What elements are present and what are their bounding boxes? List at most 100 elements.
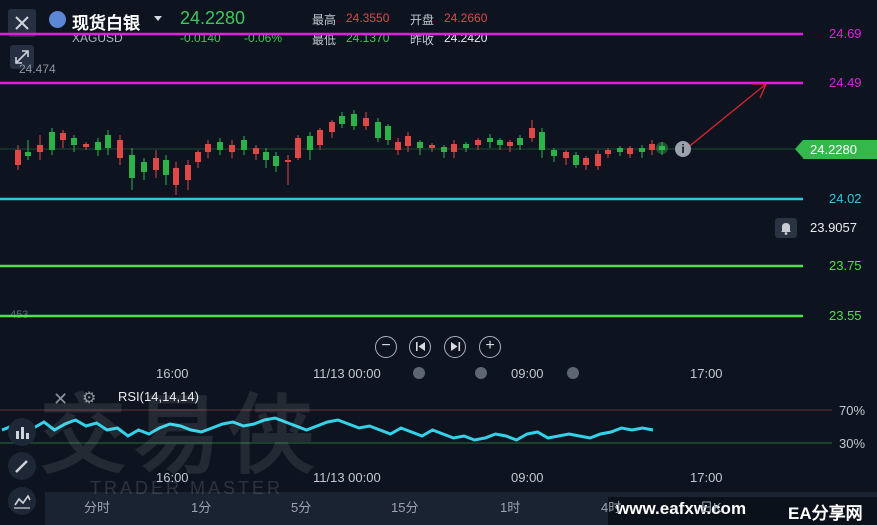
candle-body [405,136,411,146]
candle-body [451,144,457,152]
chart-type-button[interactable] [8,487,36,515]
candle-body [217,142,223,150]
site-name: EA分享网 [788,504,863,523]
alert-price: 23.9057 [810,220,857,235]
time-label-2: 11/13 00:00 [313,366,381,381]
indicator-button[interactable] [8,418,36,446]
candle-body [83,144,89,147]
candle-body [339,116,345,124]
candle-body [253,148,259,154]
timeframe-4[interactable]: 15分 [391,497,418,516]
level-tag-4: 23.75 [803,257,877,275]
rsi-time-label-4: 17:00 [690,470,723,485]
timeline-dot [413,367,425,379]
candlestick-chart[interactable] [0,0,877,365]
timeframe-7[interactable]: 日K [700,497,722,516]
rsi-time-label-2: 11/13 00:00 [313,470,381,485]
candle-body [417,142,423,148]
pencil-icon [15,460,28,473]
candle-body [375,122,381,138]
candle-body [117,140,123,158]
skip-forward-icon [450,342,460,351]
skip-back-icon [415,342,425,351]
current-price-tag: 24.2280 [795,140,877,159]
time-label-4: 17:00 [690,366,723,381]
candle-body [263,152,269,160]
info-icon[interactable]: i [675,141,691,157]
projection-arrow[interactable] [685,83,767,150]
candle-body [617,148,623,152]
candle-body [307,136,313,150]
candle-body [273,156,279,166]
current-price-tag-text: 24.2280 [810,142,857,157]
candle-body [649,144,655,150]
time-label-3: 09:00 [511,366,544,381]
candle-body [507,142,513,146]
timeline-dot [567,367,579,379]
candle-body [463,144,469,148]
timeframe-2[interactable]: 1分 [191,497,211,516]
bar-chart-icon [16,427,29,439]
candle-body [517,138,523,145]
line-chart-icon [14,494,31,509]
candle-body [605,150,611,154]
candle-body [141,162,147,172]
candle-body [15,150,21,165]
rsi-lower-label: 30% [839,436,866,451]
step-back-button[interactable] [409,336,431,358]
draw-button[interactable] [8,452,36,480]
timeframe-1[interactable]: 分时 [84,497,110,516]
candle-body [539,132,545,150]
chart-app: 现货白银 XAGUSD 24.2280 -0.0140 -0.06% 最高 24… [0,0,877,525]
zoom-out-button[interactable]: − [375,336,397,358]
candle-body [351,114,357,126]
candle-body [25,152,31,156]
candle-body [49,132,55,150]
candle-body [385,126,391,140]
candle-body [563,152,569,158]
candle-body [329,122,335,132]
candle-body [497,140,503,145]
candle-body [363,118,369,126]
candle-body [195,152,201,162]
level-tag-5: 23.55 [803,307,877,325]
candle-body [60,133,66,140]
rsi-time-label-3: 09:00 [511,470,544,485]
timeframe-3[interactable]: 5分 [291,497,311,516]
candle-body [205,144,211,152]
candle-body [573,155,579,165]
rsi-upper-label: 70% [839,403,866,418]
candle-body [71,138,77,145]
candle-body [295,138,301,158]
candle-body [551,150,557,156]
timeframe-5[interactable]: 1时 [500,497,520,516]
candle-body [395,142,401,150]
live-dot [656,142,668,154]
candle-body [185,165,191,180]
timeframe-6[interactable]: 4时 [601,497,621,516]
bell-icon[interactable] [775,218,797,238]
watermark-sub: TRADER MASTER [90,478,284,498]
candle-body [105,135,111,148]
candle-body [153,158,159,170]
candle-body [475,140,481,145]
candle-body [173,168,179,185]
timeline-dot [475,367,487,379]
site-url: www.eafxw.com [616,499,747,518]
step-forward-button[interactable] [444,336,466,358]
candle-body [285,160,291,162]
candle-body [429,145,435,148]
candle-body [95,142,101,150]
candle-body [639,148,645,152]
candle-body [241,140,247,150]
level-tag-3: 24.02 [803,190,877,208]
candle-body [441,147,447,152]
zoom-in-button[interactable]: + [479,336,501,358]
candle-body [595,154,601,166]
candle-body [487,138,493,142]
candle-body [163,160,169,175]
candle-body [129,155,135,178]
candle-body [37,145,43,152]
candle-body [529,128,535,138]
candle-body [583,158,589,165]
